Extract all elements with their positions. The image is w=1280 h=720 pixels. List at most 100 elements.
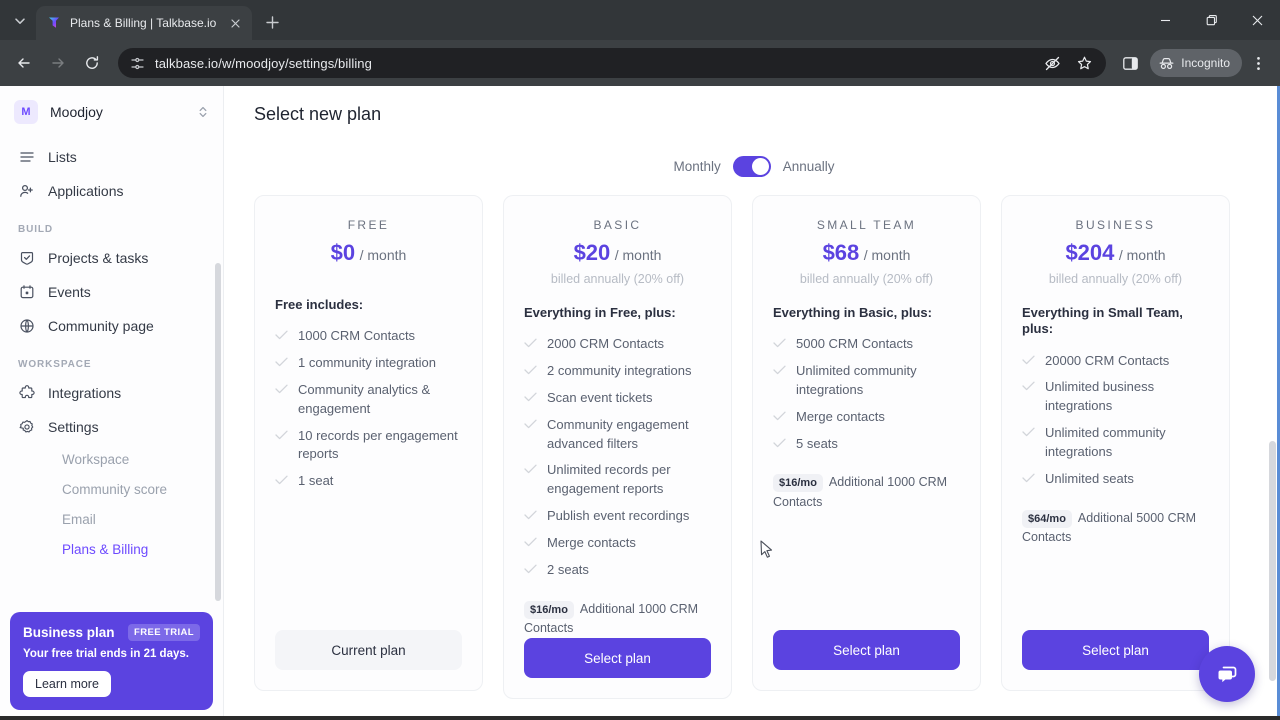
minimize-icon[interactable] bbox=[1142, 0, 1188, 40]
globe-icon bbox=[18, 317, 36, 335]
list-item: Unlimited records per engagement reports bbox=[524, 461, 711, 499]
sidebar-subitem-label: Community score bbox=[62, 481, 168, 497]
monthly-label[interactable]: Monthly bbox=[673, 159, 720, 174]
list-item: Publish event recordings bbox=[524, 507, 711, 526]
trial-title: Business plan bbox=[23, 625, 115, 640]
user-plus-icon bbox=[18, 182, 36, 200]
plan-period: / month bbox=[863, 247, 911, 263]
reload-icon[interactable] bbox=[76, 47, 108, 79]
feature-label: 5 seats bbox=[796, 435, 838, 451]
sidebar-subitem-community-score[interactable]: Community score bbox=[20, 474, 203, 504]
plan-feature-list: 2000 CRM Contacts 2 community integratio… bbox=[524, 335, 711, 579]
three-dot-menu-icon[interactable] bbox=[1244, 49, 1272, 77]
gear-icon bbox=[18, 418, 36, 436]
sidebar-subitem-workspace[interactable]: Workspace bbox=[20, 444, 203, 474]
plan-card-list: FREE $0 / month Free includes: 1000 CRM … bbox=[254, 195, 1254, 700]
feature-label: 5000 CRM Contacts bbox=[796, 336, 914, 352]
forward-arrow-icon[interactable] bbox=[42, 47, 74, 79]
check-icon bbox=[275, 430, 288, 440]
sidebar-nav-workspace: Integrations Settings Workspace Communit… bbox=[0, 376, 223, 564]
sidebar-nav-build: Projects & tasks Events Community page bbox=[0, 241, 223, 343]
browser-tab[interactable]: Plans & Billing | Talkbase.io bbox=[36, 6, 252, 40]
check-icon bbox=[524, 510, 537, 520]
sidebar-item-label: Applications bbox=[48, 183, 124, 199]
sidebar-item-settings[interactable]: Settings bbox=[10, 410, 213, 444]
incognito-indicator[interactable]: Incognito bbox=[1150, 49, 1242, 77]
check-icon bbox=[275, 330, 288, 340]
sidebar-item-events[interactable]: Events bbox=[10, 275, 213, 309]
addon-price-tag: $64/mo bbox=[1022, 509, 1072, 528]
maximize-icon[interactable] bbox=[1188, 0, 1234, 40]
sidebar-subitem-label: Plans & Billing bbox=[62, 541, 149, 557]
plan-card-business: BUSINESS $204 / month billed annually (2… bbox=[1001, 195, 1230, 691]
page-content: M Moodjoy Lists Applications BUILD Proje… bbox=[0, 86, 1280, 720]
app-sidebar: M Moodjoy Lists Applications BUILD Proje… bbox=[0, 86, 224, 720]
address-bar[interactable]: talkbase.io/w/moodjoy/settings/billing bbox=[118, 48, 1107, 78]
plan-card-basic: BASIC $20 / month billed annually (20% o… bbox=[503, 195, 732, 700]
plan-price: $20 bbox=[573, 240, 611, 265]
list-item: 2000 CRM Contacts bbox=[524, 335, 711, 354]
list-item: Scan event tickets bbox=[524, 389, 711, 408]
tab-title: Plans & Billing | Talkbase.io bbox=[70, 16, 217, 30]
star-icon[interactable] bbox=[1070, 49, 1098, 77]
eye-slash-icon[interactable] bbox=[1038, 49, 1066, 77]
check-icon bbox=[275, 384, 288, 394]
sidebar-subitem-plans-billing[interactable]: Plans & Billing bbox=[20, 534, 203, 564]
sidebar-scrollbar[interactable] bbox=[215, 263, 221, 601]
list-item: 1 seat bbox=[275, 472, 462, 491]
list-item: 5000 CRM Contacts bbox=[773, 335, 960, 354]
plan-cta-button[interactable]: Current plan bbox=[275, 630, 462, 670]
plan-cta-button[interactable]: Select plan bbox=[524, 638, 711, 679]
check-icon bbox=[524, 564, 537, 574]
list-item: 5 seats bbox=[773, 435, 960, 454]
plan-addon: $16/mo Additional 1000 CRM Contacts bbox=[524, 600, 711, 639]
check-icon bbox=[524, 365, 537, 375]
feature-label: 2 community integrations bbox=[547, 363, 692, 379]
sidebar-item-label: Lists bbox=[48, 149, 77, 165]
window-close-icon[interactable] bbox=[1234, 0, 1280, 40]
check-icon bbox=[524, 419, 537, 429]
chevron-updown-icon[interactable] bbox=[197, 105, 209, 119]
list-item: Unlimited community integrations bbox=[773, 362, 960, 400]
plan-cta-button[interactable]: Select plan bbox=[773, 630, 960, 670]
chat-widget-button[interactable] bbox=[1199, 646, 1255, 702]
workspace-switcher[interactable]: M Moodjoy bbox=[0, 86, 223, 134]
back-arrow-icon[interactable] bbox=[8, 47, 40, 79]
check-icon bbox=[773, 365, 786, 375]
sidebar-subitem-email[interactable]: Email bbox=[20, 504, 203, 534]
main-scrollbar[interactable] bbox=[1269, 441, 1276, 681]
feature-label: 2000 CRM Contacts bbox=[547, 336, 665, 352]
sidebar-item-projects-tasks[interactable]: Projects & tasks bbox=[10, 241, 213, 275]
trial-banner: Business plan FREE TRIAL Your free trial… bbox=[10, 612, 213, 710]
plan-feature-list: 5000 CRM Contacts Unlimited community in… bbox=[773, 335, 960, 453]
learn-more-button[interactable]: Learn more bbox=[23, 671, 111, 697]
plan-name: BASIC bbox=[593, 218, 642, 232]
chat-bubble-icon bbox=[1213, 660, 1241, 688]
sidebar-item-lists[interactable]: Lists bbox=[10, 140, 213, 174]
tune-icon[interactable] bbox=[130, 56, 145, 71]
incognito-label: Incognito bbox=[1181, 56, 1230, 70]
annually-label[interactable]: Annually bbox=[783, 159, 835, 174]
side-panel-icon[interactable] bbox=[1116, 49, 1144, 77]
feature-label: Community engagement advanced filters bbox=[547, 416, 689, 451]
tab-search-icon[interactable] bbox=[6, 7, 34, 35]
list-item: Merge contacts bbox=[524, 534, 711, 553]
plan-cta-button[interactable]: Select plan bbox=[1022, 630, 1209, 670]
list-item: 20000 CRM Contacts bbox=[1022, 352, 1209, 371]
list-item: Unlimited seats bbox=[1022, 470, 1209, 489]
check-icon bbox=[1022, 355, 1035, 365]
puzzle-icon bbox=[18, 384, 36, 402]
main-content: Select new plan Monthly Annually FREE $0… bbox=[224, 86, 1280, 720]
close-icon[interactable] bbox=[226, 14, 244, 32]
sidebar-subitem-label: Workspace bbox=[62, 451, 130, 467]
window-controls bbox=[1142, 0, 1280, 40]
sidebar-item-community-page[interactable]: Community page bbox=[10, 309, 213, 343]
billing-toggle-switch[interactable] bbox=[732, 156, 771, 177]
sidebar-item-applications[interactable]: Applications bbox=[10, 174, 213, 208]
plan-name: BUSINESS bbox=[1075, 218, 1156, 232]
sidebar-item-integrations[interactable]: Integrations bbox=[10, 376, 213, 410]
new-tab-button[interactable] bbox=[258, 8, 286, 36]
feature-label: Unlimited seats bbox=[1045, 470, 1134, 486]
feature-label: Merge contacts bbox=[796, 408, 885, 424]
workspace-name: Moodjoy bbox=[50, 104, 103, 120]
